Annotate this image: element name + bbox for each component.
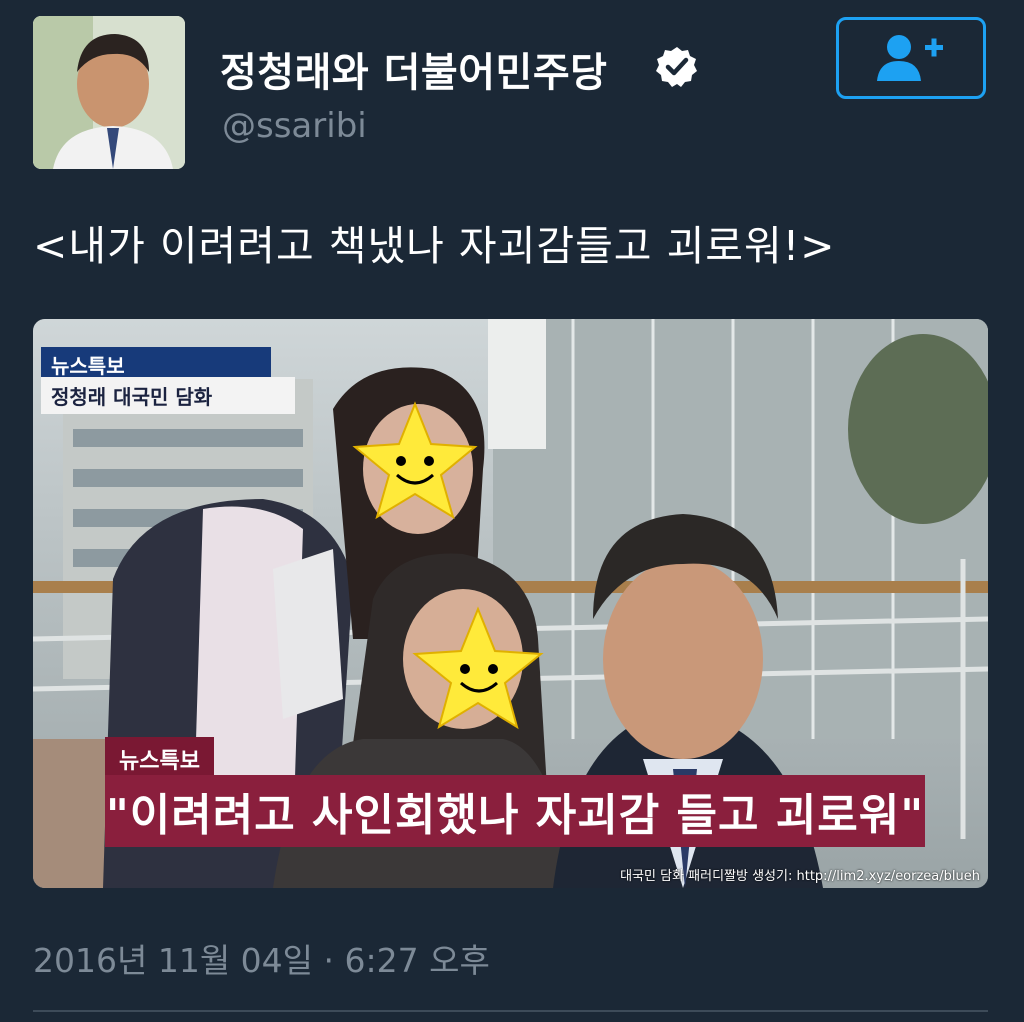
- follow-button[interactable]: [836, 17, 986, 99]
- image-credit: 대국민 담화 패러디짤방 생성기: http://lim2.xyz/eorzea…: [620, 869, 980, 884]
- news-top-subtitle: 정청래 대국민 담화: [41, 377, 295, 414]
- tweet-media-image[interactable]: 뉴스특보 정청래 대국민 담화 뉴스특보 "이려려고 사인회했나 자괴감 들고 …: [33, 319, 988, 888]
- display-name[interactable]: 정청래와 더불어민주당: [220, 40, 607, 98]
- news-headline: "이려려고 사인회했나 자괴감 들고 괴로워": [105, 775, 925, 847]
- divider: [33, 1010, 988, 1012]
- avatar-portrait: [33, 16, 185, 169]
- tweet-text: <내가 이려려고 책냈나 자괴감들고 괴로워!>: [33, 222, 836, 270]
- avatar[interactable]: [33, 16, 185, 169]
- verified-badge-icon: [656, 47, 697, 87]
- tweet-timestamp[interactable]: 2016년 11월 04일 · 6:27 오후: [33, 934, 490, 982]
- user-handle[interactable]: @ssaribi: [222, 106, 367, 146]
- add-user-icon: [877, 35, 943, 81]
- tweet-card: 정청래와 더불어민주당 @ssaribi <내가 이려려고 책냈나 자괴감들고 …: [0, 0, 1024, 1022]
